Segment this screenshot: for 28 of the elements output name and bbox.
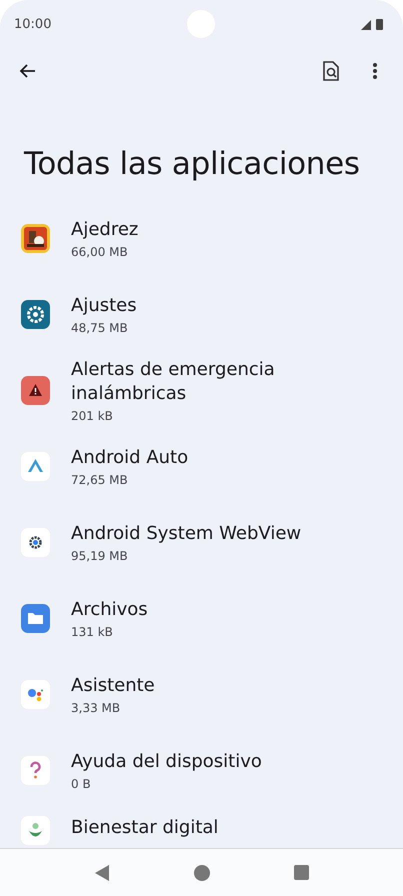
app-size: 131 kB [71,624,114,638]
app-row[interactable]: Bienestar digital [0,808,403,846]
status-time: 10:00 [14,16,52,32]
app-row[interactable]: Archivos 131 kB [0,580,403,656]
app-size: 3,33 MB [71,700,122,714]
app-row[interactable]: Alertas de emergencia inalámbricas 201 kB [0,352,403,428]
app-row[interactable]: Android Auto 72,65 MB [0,428,403,504]
app-size: 48,75 MB [71,320,129,334]
app-name: Alertas de emergencia inalámbricas [71,358,276,406]
app-row[interactable]: Ayuda del dispositivo 0 B [0,732,403,808]
app-name: Ayuda del dispositivo [71,750,262,774]
app-name: Android System WebView [71,522,302,546]
app-row[interactable]: Ajedrez 66,00 MB [0,200,403,276]
app-name: Archivos [71,598,148,622]
app-size: 66,00 MB [71,244,129,258]
app-size: 0 B [71,776,92,790]
page-title: Todas las aplicaciones [24,146,361,182]
app-size: 95,19 MB [71,548,129,562]
app-name: Asistente [71,674,155,698]
app-name: Bienestar digital [71,816,218,840]
app-name: Ajustes [71,294,137,318]
app-size: 72,65 MB [71,472,129,486]
app-row[interactable]: Asistente 3,33 MB [0,656,403,732]
app-row[interactable]: Android System WebView 95,19 MB [0,504,403,580]
app-size: 201 kB [71,408,114,422]
app-name: Android Auto [71,446,188,470]
app-name: Ajedrez [71,218,138,242]
app-row[interactable]: Ajustes 48,75 MB [0,276,403,352]
